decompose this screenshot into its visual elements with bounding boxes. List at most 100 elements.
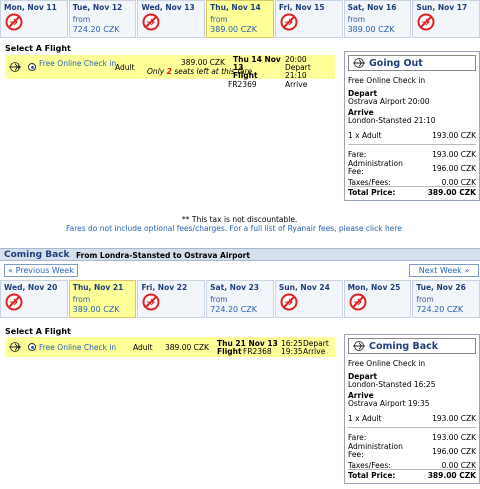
plane-icon bbox=[9, 342, 21, 352]
fare-price: 389.00 CZK bbox=[165, 343, 209, 352]
no-flights-icon bbox=[142, 13, 160, 31]
no-flights-icon bbox=[349, 293, 367, 311]
from-label: from bbox=[72, 15, 91, 24]
from-label: from bbox=[347, 15, 366, 24]
panel-depart-value: London-Stansted 16:25 bbox=[348, 380, 436, 389]
outbound-flight-row[interactable]: Free Online Check in Adult 389.00 CZK On… bbox=[5, 55, 335, 80]
arrive-time: 21:10 bbox=[285, 71, 307, 80]
flight-label: Flight bbox=[217, 347, 242, 356]
no-flights-icon bbox=[5, 13, 23, 31]
passenger-type: Adult bbox=[115, 63, 135, 72]
date-label: Sun, Nov 24 bbox=[278, 283, 330, 292]
fare-radio[interactable] bbox=[28, 343, 36, 351]
date-tab[interactable]: Tue, Nov 26 from 724.20 CZK bbox=[412, 280, 480, 318]
coming-back-panel: Coming Back Free Online Check in Depart … bbox=[344, 334, 480, 484]
going-out-panel: Going Out Free Online Check in Depart Os… bbox=[344, 51, 480, 201]
fare-price: 389.00 CZK bbox=[181, 58, 225, 67]
panel-admin-value: 196.00 CZK bbox=[432, 447, 476, 456]
from-label: from bbox=[210, 295, 228, 304]
date-tab[interactable]: Sat, Nov 23 from 724.20 CZK bbox=[206, 280, 274, 318]
panel-fare-value: 193.00 CZK bbox=[432, 150, 476, 159]
no-flights-icon bbox=[280, 13, 298, 31]
arrive-label: Arrive bbox=[303, 347, 326, 356]
plane-icon bbox=[353, 58, 365, 68]
date-price: 724.20 CZK bbox=[416, 305, 464, 314]
fees-link[interactable]: Fares do not include optional fees/charg… bbox=[66, 224, 402, 233]
panel-fare-label: Fare: bbox=[348, 150, 367, 159]
flight-label: Flight bbox=[233, 71, 258, 80]
date-label: Wed, Nov 20 bbox=[4, 283, 58, 292]
date-label: Wed, Nov 13 bbox=[141, 3, 195, 12]
date-price: 389.00 CZK bbox=[347, 25, 395, 34]
date-tab[interactable]: Mon, Nov 11 bbox=[0, 0, 68, 38]
date-tab[interactable]: Tue, Nov 12 from 724.20 CZK bbox=[68, 0, 137, 38]
date-label: Sat, Nov 23 bbox=[210, 283, 260, 292]
panel-admin-value: 196.00 CZK bbox=[432, 164, 476, 173]
from-label: from bbox=[210, 15, 228, 24]
fare-option-label: Free Online Check in bbox=[39, 343, 117, 352]
route-label: From Londra-Stansted to Ostrava Airport bbox=[76, 251, 250, 260]
fare-option-label: Free Online Check in bbox=[39, 59, 117, 68]
date-label: Fri, Nov 15 bbox=[278, 3, 325, 12]
date-tab[interactable]: Wed, Nov 13 bbox=[137, 0, 206, 38]
date-tab[interactable]: Sun, Nov 17 bbox=[412, 0, 480, 38]
panel-pax-price: 193.00 CZK bbox=[432, 414, 476, 423]
coming-back-title-bar: Coming Back bbox=[348, 338, 476, 354]
divider bbox=[348, 144, 476, 145]
outbound-date-strip: Mon, Nov 11 Tue, Nov 12 from 724.20 CZK Wed,… bbox=[0, 0, 480, 38]
panel-title: Coming Back bbox=[369, 341, 439, 352]
divider bbox=[348, 186, 476, 187]
date-tab[interactable]: Sat, Nov 16 from 389.00 CZK bbox=[343, 0, 412, 38]
fare-radio[interactable] bbox=[28, 63, 36, 71]
passenger-type: Adult bbox=[133, 343, 153, 352]
from-label: from bbox=[72, 295, 91, 304]
date-label: Mon, Nov 25 bbox=[347, 283, 401, 292]
panel-total-label: Total Price: bbox=[348, 188, 396, 197]
panel-admin-label: Administration Fee: bbox=[348, 159, 403, 176]
inbound-date-strip: Wed, Nov 20 Thu, Nov 21 from 389.00 CZK Fri,… bbox=[0, 280, 480, 318]
panel-option: Free Online Check in bbox=[348, 76, 426, 85]
date-tab[interactable]: Thu, Nov 14 from 389.00 CZK bbox=[206, 0, 274, 38]
panel-arrive-value: Ostrava Airport 19:35 bbox=[348, 399, 430, 408]
previous-week-button[interactable]: « Previous Week bbox=[4, 264, 78, 277]
no-flights-icon bbox=[417, 13, 435, 31]
plane-icon bbox=[9, 62, 21, 72]
tax-note: ** This tax is not discountable. bbox=[182, 215, 298, 224]
date-label: Thu, Nov 14 bbox=[210, 3, 261, 12]
flight-number: FR2369 bbox=[228, 80, 257, 89]
date-label: Sat, Nov 16 bbox=[347, 3, 397, 12]
from-label: from bbox=[416, 295, 434, 304]
panel-admin-label: Administration Fee: bbox=[348, 442, 403, 459]
date-price: 389.00 CZK bbox=[72, 305, 120, 314]
inbound-select-heading: Select A Flight bbox=[5, 327, 71, 336]
section-heading: Coming Back bbox=[4, 250, 70, 260]
next-week-button[interactable]: Next Week » bbox=[409, 264, 479, 277]
date-label: Sun, Nov 17 bbox=[416, 3, 468, 12]
date-tab[interactable]: Sun, Nov 24 bbox=[274, 280, 343, 318]
date-tab[interactable]: Mon, Nov 25 bbox=[343, 280, 412, 318]
no-flights-icon bbox=[280, 293, 298, 311]
panel-fare-label: Fare: bbox=[348, 433, 367, 442]
panel-option: Free Online Check in bbox=[348, 359, 426, 368]
inbound-flight-row[interactable]: Free Online Check in Adult 389.00 CZK Th… bbox=[5, 337, 335, 357]
going-out-title-bar: Going Out bbox=[348, 55, 476, 71]
divider bbox=[348, 427, 476, 428]
panel-pax-price: 193.00 CZK bbox=[432, 131, 476, 140]
coming-back-bar: Coming Back From Londra-Stansted to Ostr… bbox=[0, 248, 480, 261]
date-label: Mon, Nov 11 bbox=[4, 3, 57, 12]
date-tab[interactable]: Fri, Nov 22 bbox=[137, 280, 206, 318]
flight-date: Thu 14 Nov 13 bbox=[233, 55, 281, 72]
no-flights-icon bbox=[5, 293, 23, 311]
panel-total-value: 389.00 CZK bbox=[427, 471, 476, 480]
date-label: Fri, Nov 22 bbox=[141, 283, 188, 292]
panel-total-label: Total Price: bbox=[348, 471, 396, 480]
date-label: Tue, Nov 26 bbox=[416, 283, 466, 292]
divider bbox=[348, 469, 476, 470]
date-tab[interactable]: Wed, Nov 20 bbox=[0, 280, 68, 318]
panel-fare-value: 193.00 CZK bbox=[432, 433, 476, 442]
outbound-select-heading: Select A Flight bbox=[5, 44, 71, 53]
date-price: 389.00 CZK bbox=[210, 25, 258, 34]
date-tab[interactable]: Thu, Nov 21 from 389.00 CZK bbox=[68, 280, 137, 318]
panel-pax: 1 x Adult bbox=[348, 131, 382, 140]
date-tab[interactable]: Fri, Nov 15 bbox=[274, 0, 343, 38]
